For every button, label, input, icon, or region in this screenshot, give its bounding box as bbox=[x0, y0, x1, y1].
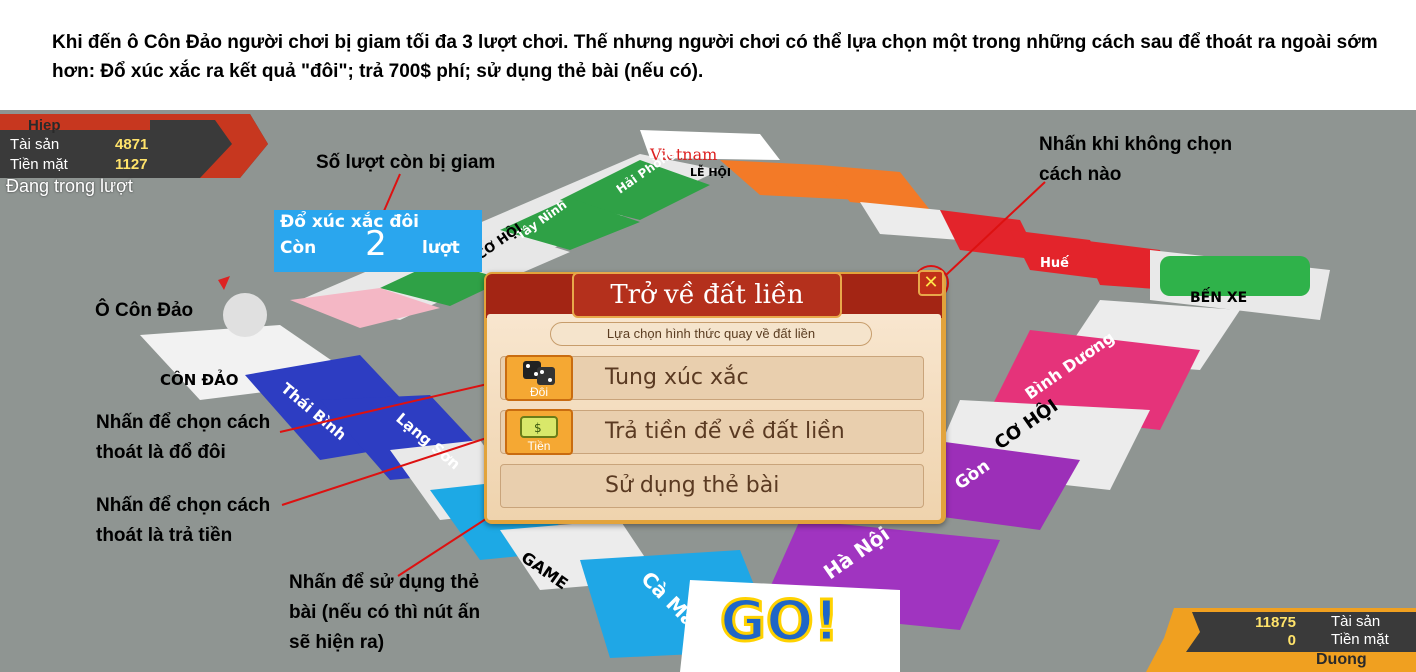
player2-assets-label: Tài sản bbox=[1331, 613, 1381, 630]
player1-cash-value: 1127 bbox=[115, 156, 148, 173]
jail-character-icon bbox=[223, 293, 267, 337]
turn-status: Đang trong lượt bbox=[6, 176, 133, 196]
player1-assets-label: Tài sản bbox=[10, 136, 60, 153]
svg-text:$: $ bbox=[534, 421, 542, 435]
game-scene: GO! Vietnam LỄ HỘI CÔN ĐẢO BẾN XE Huế Bì… bbox=[0, 110, 1416, 672]
jail-remaining-label: Còn bbox=[280, 238, 317, 258]
tile-label-hue: Huế bbox=[1040, 256, 1069, 271]
use-card-label: Sử dụng thẻ bài bbox=[605, 473, 780, 498]
tile-label-con-dao: CÔN ĐẢO bbox=[160, 368, 238, 389]
tile-co-hoi bbox=[860, 202, 960, 240]
jail-instruction: Đổ xúc xắc đôi bbox=[280, 212, 420, 232]
jail-turns-count: 2 bbox=[365, 224, 387, 264]
player1-cash-label: Tiền mặt bbox=[10, 156, 68, 173]
dialog-subtitle: Lựa chọn hình thức quay về đất liền bbox=[550, 322, 872, 346]
roll-dice-button[interactable]: Đôi Tung xúc xắc bbox=[500, 355, 924, 401]
jail-turns-label: lượt bbox=[422, 238, 460, 258]
annotation-card: Nhấn để sử dụng thẻ bài (nếu có thì nút … bbox=[289, 572, 481, 653]
pay-money-label: Trả tiền để về đất liền bbox=[605, 419, 845, 444]
annotation-jail-count: Số lượt còn bị giam bbox=[316, 152, 496, 173]
player2-cash-value: 0 bbox=[1287, 632, 1296, 649]
use-card-button[interactable]: Sử dụng thẻ bài bbox=[500, 464, 924, 508]
annotation-money: Nhấn để chọn cách thoát là trả tiền bbox=[96, 495, 271, 546]
player2-assets-value: 11875 bbox=[1255, 614, 1296, 631]
go-logo: GO! bbox=[720, 589, 839, 654]
annotation-con-dao: Ô Côn Đảo bbox=[95, 300, 194, 321]
player2-panel: 11875 Tài sản 0 Tiền mặt Duong bbox=[1146, 608, 1416, 672]
player2-name: Duong bbox=[1316, 651, 1367, 668]
player1-name: Hiep bbox=[28, 117, 61, 134]
pointer-marker-icon bbox=[218, 276, 230, 290]
player2-cash-label: Tiền mặt bbox=[1331, 631, 1389, 648]
player1-assets-value: 4871 bbox=[115, 136, 149, 153]
pay-money-button[interactable]: $ Tiền Trả tiền để về đất liền bbox=[500, 409, 924, 455]
money-icon: $ Tiền bbox=[505, 409, 573, 455]
dice-icon-caption: Đôi bbox=[529, 385, 548, 399]
return-mainland-dialog: Trở về đất liền Lựa chọn hình thức quay … bbox=[484, 272, 946, 524]
annotation-close: Nhấn khi không chọn cách nào bbox=[1039, 134, 1233, 185]
jail-counter: Đổ xúc xắc đôi Còn 2 lượt bbox=[274, 210, 482, 272]
intro-text: Khi đến ô Côn Đảo người chơi bị giam tối… bbox=[52, 32, 1378, 82]
dice-icon: Đôi bbox=[505, 355, 573, 401]
money-icon-caption: Tiền bbox=[527, 439, 551, 453]
roll-dice-label: Tung xúc xắc bbox=[605, 365, 749, 390]
close-button[interactable]: ✕ bbox=[918, 270, 944, 296]
annotation-dice: Nhấn để chọn cách thoát là đổ đôi bbox=[96, 412, 271, 463]
tile-label-le-hoi: LỄ HỘI bbox=[690, 164, 731, 179]
tile-label-ben-xe: BẾN XE bbox=[1190, 287, 1247, 306]
dialog-title: Trở về đất liền bbox=[572, 272, 842, 318]
